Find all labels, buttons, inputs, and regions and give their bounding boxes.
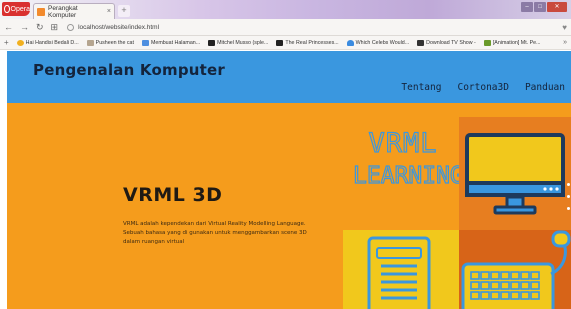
bookmark-item[interactable]: Pusheen the cat: [86, 39, 134, 46]
new-tab-button[interactable]: +: [118, 5, 130, 17]
pager-dot[interactable]: [567, 183, 570, 186]
bookmark-item[interactable]: Mitchel Musso (sple...: [208, 39, 269, 46]
pager-dot[interactable]: [567, 207, 570, 210]
bookmark-item[interactable]: The Real Princesses...: [276, 39, 339, 46]
site-nav: Tentang Cortona3D Panduan: [401, 82, 571, 93]
nav-link-panduan[interactable]: Panduan: [525, 82, 565, 93]
heart-icon[interactable]: ♥: [562, 23, 567, 32]
tv-icon: [417, 39, 425, 46]
maximize-icon[interactable]: □: [534, 2, 546, 12]
site-title: Pengenalan Komputer: [33, 61, 225, 79]
bookmark-item[interactable]: Hai Handisi Bedali D...: [16, 39, 79, 46]
bookmark-label: Membuat Halaman...: [150, 39, 201, 46]
bookmark-label: Pusheen the cat: [95, 39, 134, 46]
tab-title: Perangkat Komputer: [48, 4, 78, 19]
add-bookmark-icon[interactable]: +: [4, 38, 9, 47]
site-header: Pengenalan Komputer Tentang Cortona3D Pa…: [7, 51, 571, 103]
bookmark-label: [Animation] Mt. Pe...: [492, 39, 541, 46]
document-icon: [367, 236, 431, 309]
browser-tab[interactable]: Perangkat Komputer ×: [33, 3, 115, 19]
forward-icon[interactable]: →: [20, 22, 29, 32]
address-url: localhost/website/index.html: [78, 23, 160, 31]
reload-icon[interactable]: ↻: [36, 22, 44, 32]
sun-icon: [16, 39, 24, 46]
slide-pager: [566, 183, 571, 223]
keyboard-icon: [461, 230, 571, 309]
window-controls: – □ ✕: [521, 2, 567, 12]
opera-menu-label: Opera: [10, 5, 30, 13]
keyboard-tile: [459, 230, 571, 309]
logo-line-vrml: VRML: [368, 127, 438, 159]
video-icon: [208, 39, 216, 46]
bookmark-label: The Real Princesses...: [285, 39, 339, 46]
back-icon[interactable]: ←: [4, 22, 13, 32]
bookmark-item[interactable]: Which Celebs Would...: [346, 39, 410, 46]
address-bar[interactable]: localhost/website/index.html: [67, 23, 555, 31]
close-window-icon[interactable]: ✕: [547, 2, 567, 12]
close-tab-icon[interactable]: ×: [107, 8, 111, 15]
favicon-icon: [37, 7, 45, 16]
logo-line-learning: LEARNING: [352, 162, 464, 189]
number-icon: [483, 39, 491, 46]
bookmark-label: Mitchel Musso (sple...: [217, 39, 269, 46]
opera-menu-button[interactable]: Opera: [2, 2, 30, 16]
bookmarks-bar: + Hai Handisi Bedali D... Pusheen the ca…: [0, 36, 571, 50]
site-info-icon[interactable]: [67, 23, 75, 31]
bookmark-item[interactable]: [Animation] Mt. Pe...: [483, 39, 541, 46]
page-icon: [141, 39, 149, 46]
opera-logo-icon: [4, 5, 10, 13]
bookmark-item[interactable]: Membuat Halaman...: [141, 39, 201, 46]
pager-dot[interactable]: [567, 195, 570, 198]
more-bookmarks-icon[interactable]: »: [563, 39, 567, 46]
hero-description: VRML adalah kependekan dari Virtual Real…: [123, 221, 307, 245]
video-icon: [276, 39, 284, 46]
document-tile: [343, 230, 459, 309]
navigation-bar: ← → ↻ ⊞ localhost/website/index.html ♥: [0, 19, 571, 36]
nav-link-cortona3d[interactable]: Cortona3D: [457, 82, 508, 93]
minimize-icon[interactable]: –: [521, 2, 533, 12]
nav-link-tentang[interactable]: Tentang: [401, 82, 441, 93]
bookmark-label: Which Celebs Would...: [355, 39, 410, 46]
person-icon: [346, 39, 354, 46]
vrml-learning-logo: VRML LEARNING: [352, 127, 464, 193]
monitor-icon: [465, 133, 565, 215]
bookmark-item[interactable]: Download TV Show -: [417, 39, 476, 46]
hero-title: VRML 3D: [123, 184, 223, 206]
bookmark-label: Hai Handisi Bedali D...: [25, 39, 79, 46]
browser-title-bar: Opera Perangkat Komputer × + – □ ✕: [0, 0, 571, 19]
bookmark-label: Download TV Show -: [426, 39, 476, 46]
monitor-tile: [459, 117, 571, 230]
speed-dial-icon[interactable]: ⊞: [51, 22, 59, 32]
cat-icon: [86, 39, 94, 46]
